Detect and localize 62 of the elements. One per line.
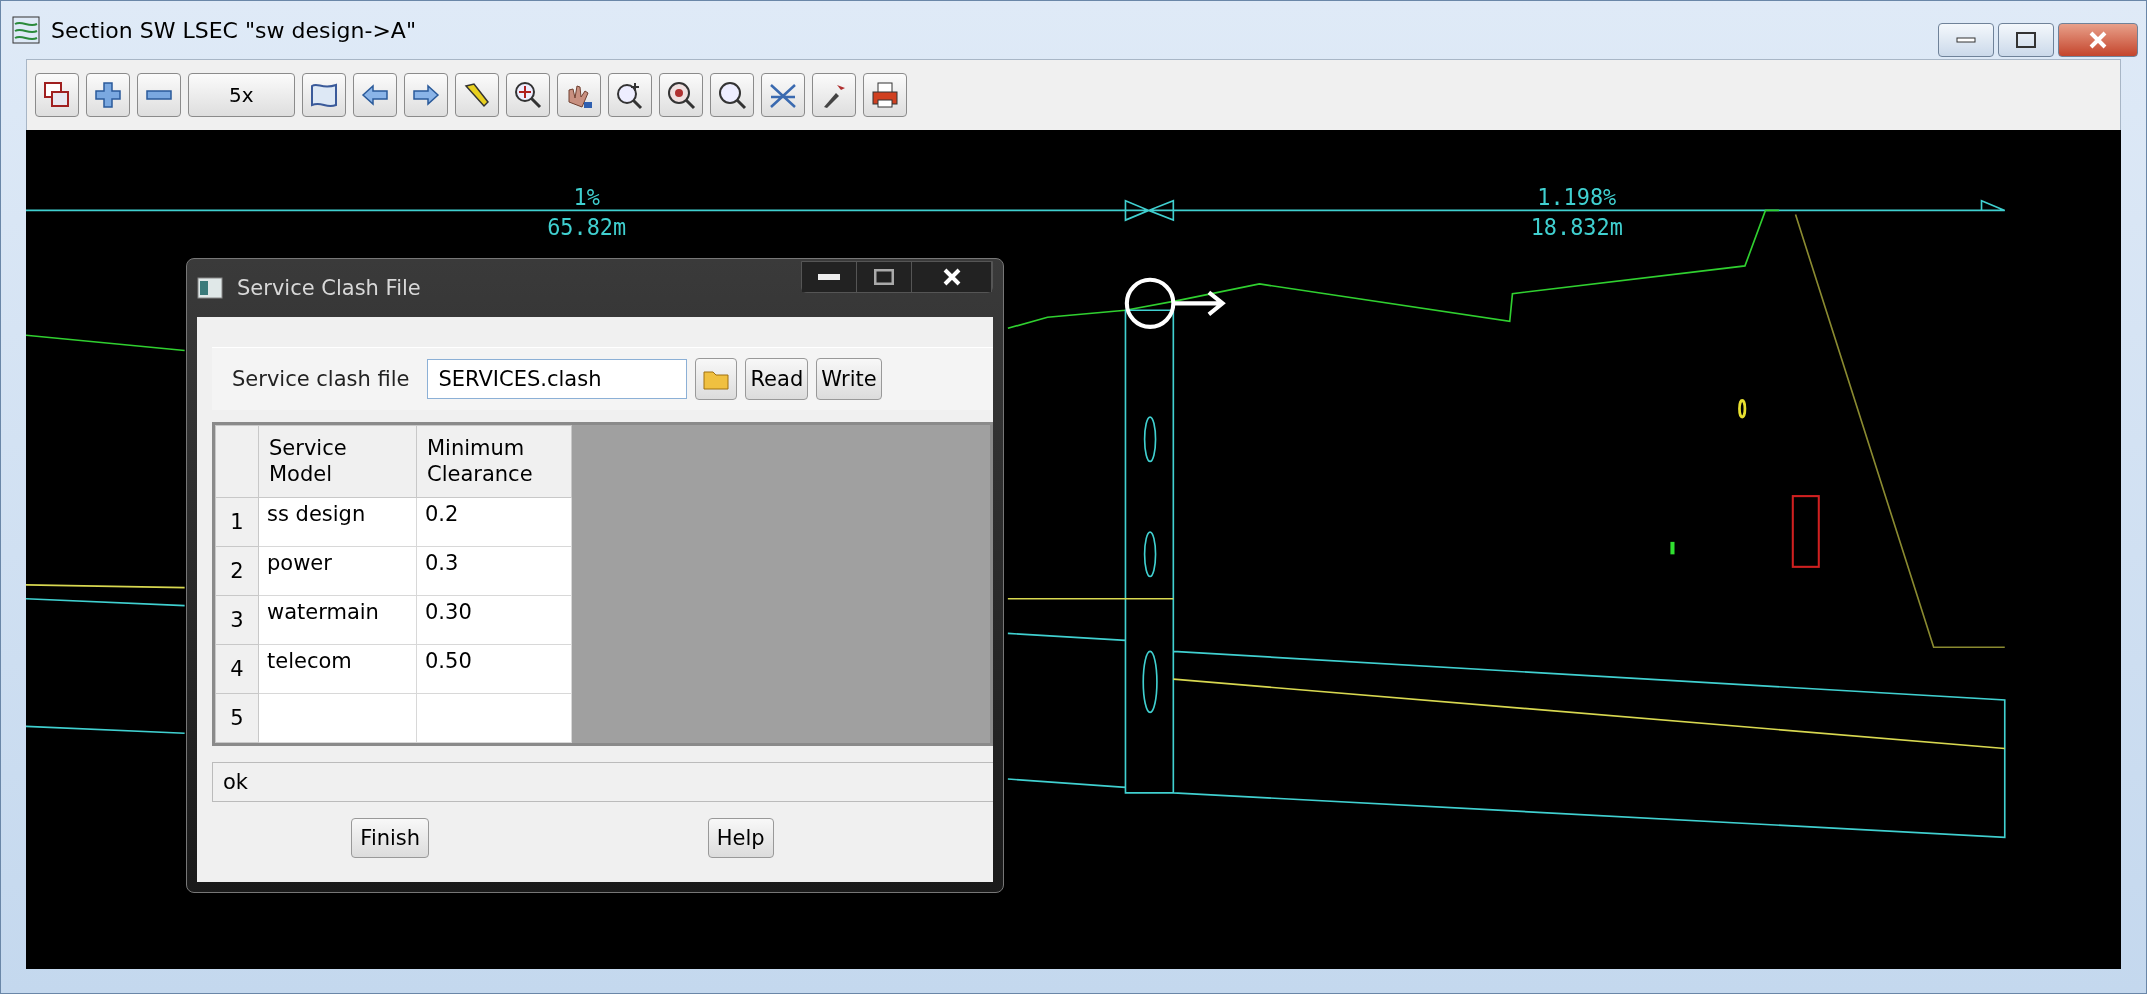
toolbar-button[interactable]	[505, 73, 550, 117]
zoom-icon	[512, 80, 543, 110]
file-action-button[interactable]: Read	[745, 358, 809, 400]
close-icon	[941, 267, 962, 287]
toolbar-button[interactable]	[454, 73, 499, 117]
length-label: 18.832m	[1530, 215, 1623, 241]
dialog-button[interactable]: Finish	[351, 818, 430, 858]
table-cell[interactable]	[258, 693, 417, 743]
table-cell[interactable]: 0.50	[416, 644, 572, 694]
table-cell[interactable]: watermain	[258, 595, 417, 645]
minimize-icon	[1956, 36, 1976, 44]
zoom-factor-button[interactable]: 5x	[188, 73, 295, 117]
table-cell[interactable]: power	[258, 546, 417, 596]
dialog-title: Service Clash File	[237, 276, 422, 300]
layers-icon	[42, 80, 72, 110]
table-cell[interactable]: ss design	[258, 497, 417, 547]
grade-label: 1.198%	[1537, 184, 1617, 210]
zoom-in-icon	[614, 80, 645, 110]
table-cell[interactable]: telecom	[258, 644, 417, 694]
row-number: 3	[215, 595, 259, 645]
section-view-icon	[11, 15, 41, 45]
zoom-icon	[716, 80, 747, 110]
minimize-icon	[818, 274, 840, 280]
plus-icon	[93, 80, 123, 110]
toolbar-button[interactable]	[709, 73, 754, 117]
table-cell[interactable]: 0.30	[416, 595, 572, 645]
table-cell[interactable]: 0.3	[416, 546, 572, 596]
toolbar-button[interactable]	[811, 73, 856, 117]
dialog-app-icon	[197, 277, 223, 299]
printer-icon	[869, 80, 900, 110]
maximize-button[interactable]	[1998, 23, 2054, 57]
toolbar-button[interactable]	[760, 73, 805, 117]
field-label: Service clash file	[232, 367, 410, 391]
column-header: Minimum Clearance	[416, 425, 572, 498]
row-number: 1	[215, 497, 259, 547]
maximize-icon	[874, 269, 894, 285]
window-title: Section SW LSEC "sw design->A"	[51, 17, 417, 43]
browse-button[interactable]	[695, 358, 738, 400]
maximize-button[interactable]	[857, 262, 912, 292]
dialog-button[interactable]: Help	[707, 818, 774, 858]
close-icon	[2088, 30, 2108, 50]
minimize-button[interactable]	[802, 262, 857, 292]
row-number: 5	[215, 693, 259, 743]
status-message: ok	[212, 762, 993, 802]
grade-label: 1%	[573, 184, 600, 210]
table-cell[interactable]	[416, 693, 572, 743]
table-cell[interactable]: 0.2	[416, 497, 572, 547]
toolbar-button[interactable]	[607, 73, 652, 117]
row-number: 2	[215, 546, 259, 596]
row-number: 4	[215, 644, 259, 694]
toolbar-button[interactable]	[301, 73, 346, 117]
maximize-icon	[2016, 32, 2036, 48]
toolbar-button[interactable]	[556, 73, 601, 117]
file-name-field[interactable]: SERVICES.clash	[427, 359, 688, 399]
file-action-button[interactable]: Write	[816, 358, 882, 400]
toolbar-button[interactable]	[862, 73, 907, 117]
toolbar-button[interactable]	[35, 73, 79, 117]
close-button[interactable]	[912, 262, 992, 292]
column-header: Service Model	[258, 425, 417, 498]
zoom-icon	[665, 80, 696, 110]
length-label: 65.82m	[547, 215, 627, 241]
toolbar-button[interactable]	[658, 73, 703, 117]
